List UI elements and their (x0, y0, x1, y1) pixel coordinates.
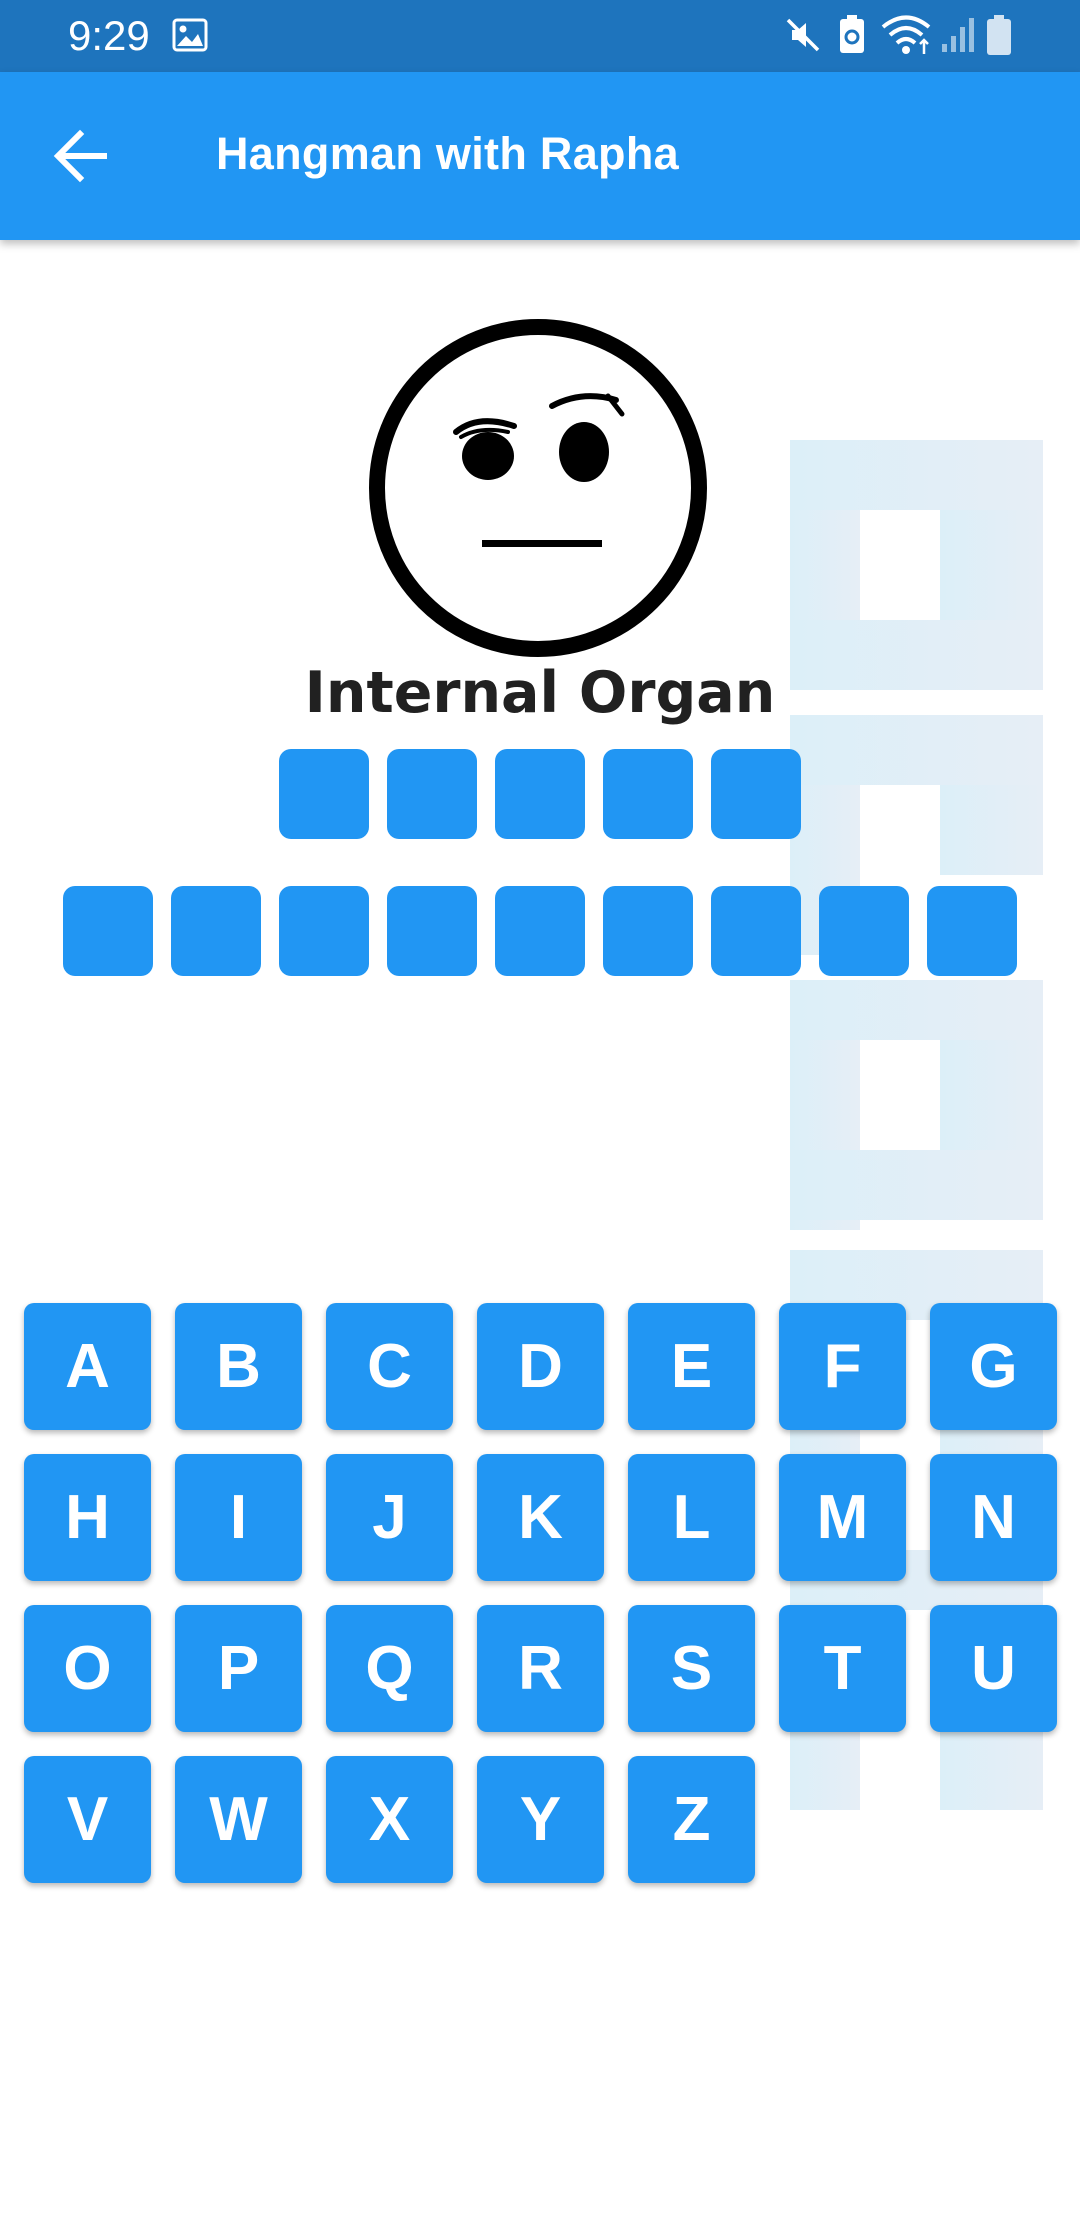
key-t[interactable]: T (779, 1605, 906, 1732)
key-j[interactable]: J (326, 1454, 453, 1581)
key-f[interactable]: F (779, 1303, 906, 1430)
letter-slot (63, 886, 153, 976)
key-g[interactable]: G (930, 1303, 1057, 1430)
key-y[interactable]: Y (477, 1756, 604, 1883)
letter-slot (495, 886, 585, 976)
letter-slot (603, 749, 693, 839)
key-b[interactable]: B (175, 1303, 302, 1430)
key-d[interactable]: D (477, 1303, 604, 1430)
back-button[interactable] (40, 116, 128, 196)
mute-icon (786, 18, 820, 52)
battery-icon (987, 15, 1011, 55)
letter-slot (819, 886, 909, 976)
letter-slot (603, 886, 693, 976)
key-x[interactable]: X (326, 1756, 453, 1883)
key-m[interactable]: M (779, 1454, 906, 1581)
key-q[interactable]: Q (326, 1605, 453, 1732)
signal-icon (942, 18, 974, 52)
letter-slot (495, 749, 585, 839)
key-h[interactable]: H (24, 1454, 151, 1581)
key-o[interactable]: O (24, 1605, 151, 1732)
status-time: 9:29 (68, 12, 150, 59)
letter-slot (171, 886, 261, 976)
key-c[interactable]: C (326, 1303, 453, 1430)
key-i[interactable]: I (175, 1454, 302, 1581)
key-r[interactable]: R (477, 1605, 604, 1732)
letter-slot (387, 886, 477, 976)
key-n[interactable]: N (930, 1454, 1057, 1581)
letter-keyboard: A B C D E F G H I J K L M N O P Q R S T … (24, 1303, 1057, 1883)
key-w[interactable]: W (175, 1756, 302, 1883)
key-a[interactable]: A (24, 1303, 151, 1430)
key-p[interactable]: P (175, 1605, 302, 1732)
letter-slot (279, 886, 369, 976)
app-bar: Hangman with Rapha (0, 72, 1080, 240)
letter-slot (927, 886, 1017, 976)
key-k[interactable]: K (477, 1454, 604, 1581)
letter-slot (711, 749, 801, 839)
image-icon (172, 18, 208, 52)
key-s[interactable]: S (628, 1605, 755, 1732)
letter-slot (711, 886, 801, 976)
hangman-face (369, 319, 707, 657)
key-v[interactable]: V (24, 1756, 151, 1883)
key-l[interactable]: L (628, 1454, 755, 1581)
letter-slot (279, 749, 369, 839)
letter-slot (387, 749, 477, 839)
word-row-1 (0, 749, 1080, 839)
battery-saver-icon (840, 15, 864, 53)
word-row-2 (0, 886, 1080, 976)
page-title: Hangman with Rapha (216, 128, 679, 179)
status-bar: 9:29 (0, 0, 1080, 72)
key-u[interactable]: U (930, 1605, 1057, 1732)
key-z[interactable]: Z (628, 1756, 755, 1883)
category-label: Internal Organ (304, 660, 776, 726)
wifi-icon (881, 15, 931, 54)
key-e[interactable]: E (628, 1303, 755, 1430)
arrow-back-icon (53, 129, 107, 183)
